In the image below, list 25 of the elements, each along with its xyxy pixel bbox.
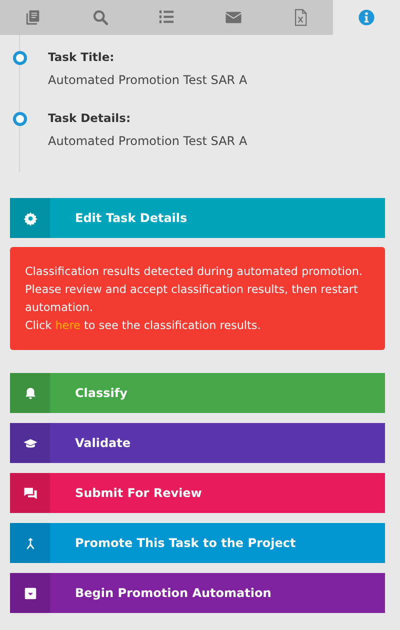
archive-box-icon: [22, 586, 38, 600]
timeline-dot: [13, 112, 27, 126]
action-button[interactable]: Edit Task Details: [10, 198, 385, 238]
alert-message: Classification results detected during automated promotion. Please review and accept classification results, then restart automation.: [25, 264, 364, 316]
chat-bubbles-icon: [22, 486, 38, 500]
field-label: Task Details:: [48, 111, 132, 125]
timeline-dot: [13, 51, 27, 65]
field-label: Task Title:: [48, 50, 116, 64]
field-value: Automated Promotion Test SAR A: [48, 134, 248, 149]
action-button[interactable]: Classify: [10, 373, 385, 413]
action-button[interactable]: Validate: [10, 423, 385, 463]
field-value: Automated Promotion Test SAR A: [48, 73, 248, 88]
search-icon: [92, 9, 108, 26]
numbered-list-icon: [158, 9, 176, 26]
envelope-icon: [224, 9, 242, 26]
action-button[interactable]: Submit For Review: [10, 473, 385, 513]
info-icon: [358, 9, 376, 26]
action-button[interactable]: Promote This Task to the Project: [10, 523, 385, 563]
document-stack-icon: [24, 9, 42, 26]
gear-icon: [22, 210, 38, 226]
results-link[interactable]: here: [55, 319, 80, 332]
alert-link-text: Click here to see the classification results.: [25, 318, 262, 334]
toolbar-tab[interactable]: [333, 0, 400, 35]
bell-icon: [22, 386, 38, 400]
action-button[interactable]: Begin Promotion Automation: [10, 573, 385, 613]
